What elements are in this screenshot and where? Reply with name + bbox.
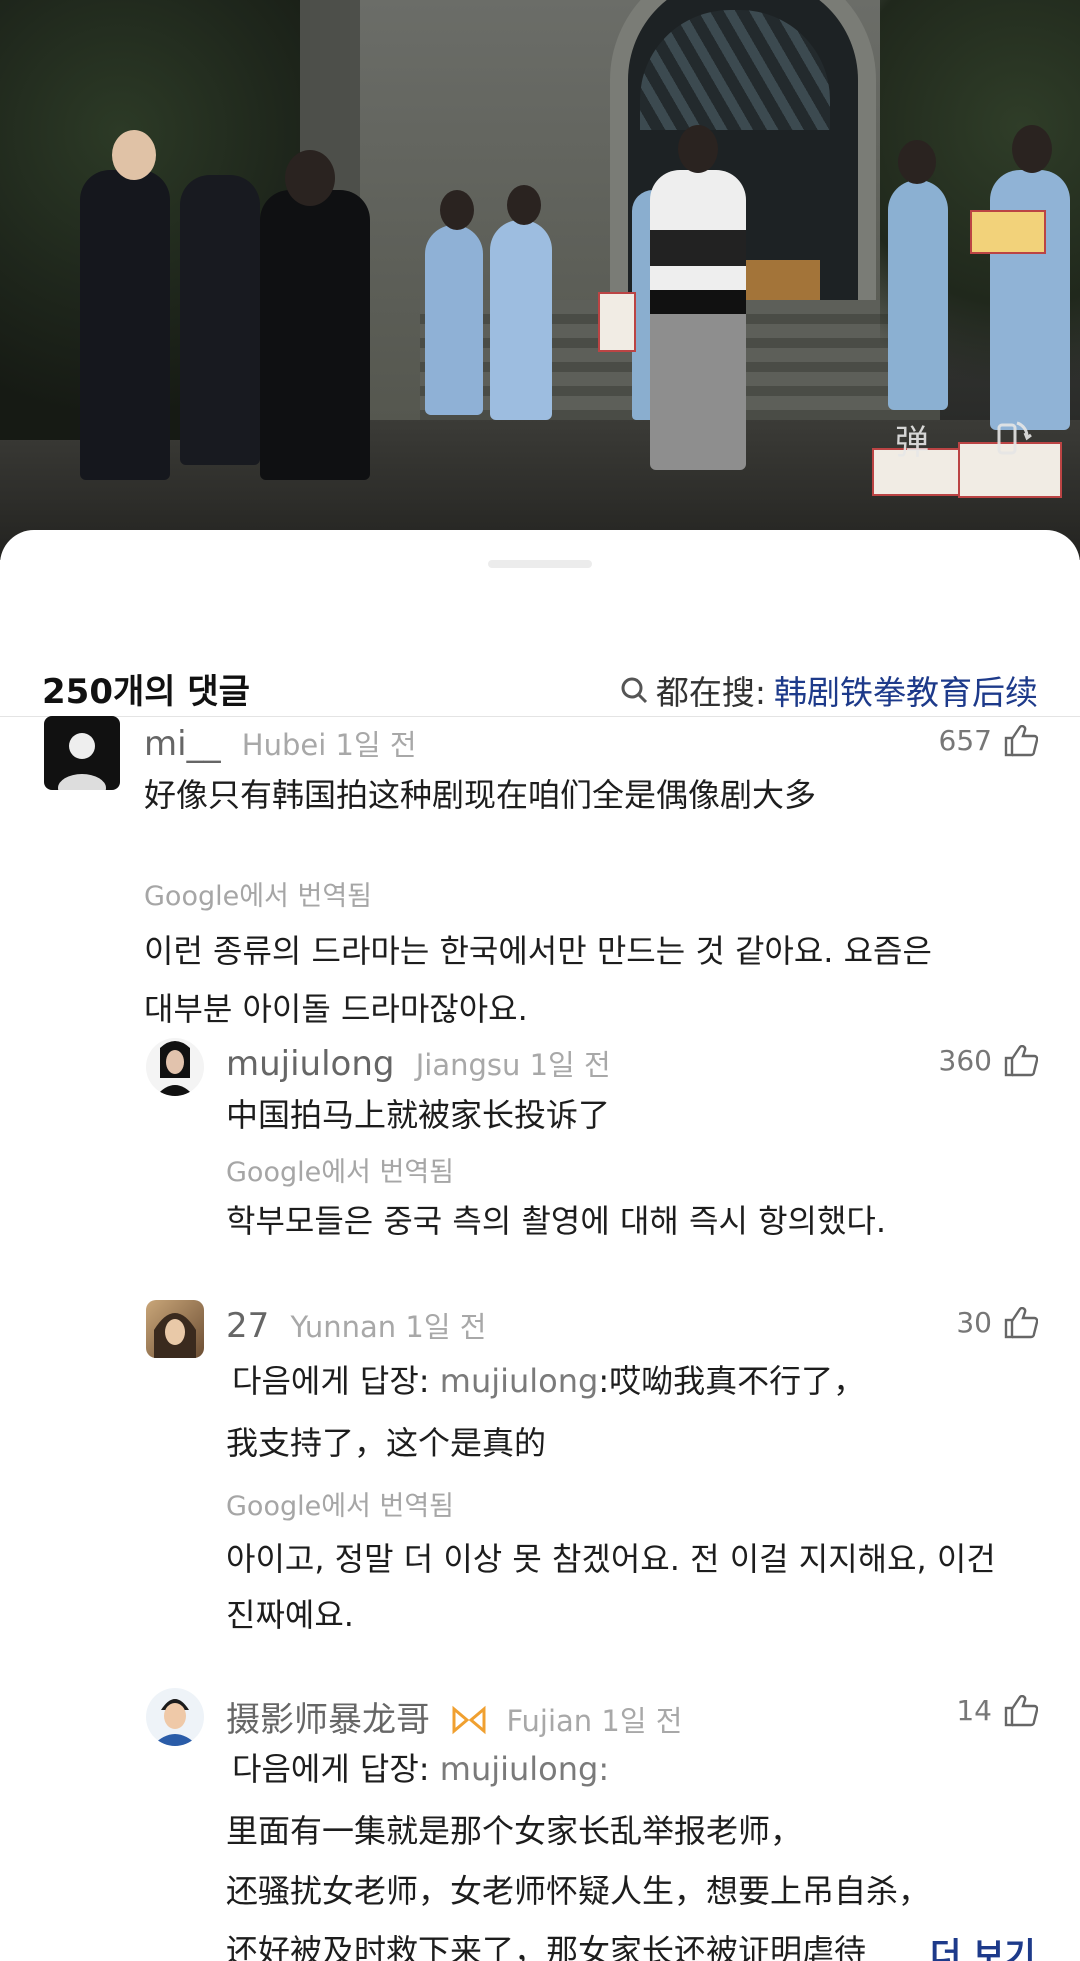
thumbs-up-icon: [1004, 1694, 1038, 1726]
drag-handle[interactable]: [488, 560, 592, 568]
location: Fujian: [506, 1704, 593, 1738]
man-figure: [650, 170, 746, 470]
person-figure: [80, 170, 170, 480]
location: Yunnan: [290, 1310, 397, 1344]
username[interactable]: mujiulong: [226, 1044, 395, 1084]
thumbs-up-icon: [1004, 1306, 1038, 1338]
see-more-link[interactable]: 더 보기: [930, 1928, 1036, 1961]
rotate-screen-icon[interactable]: [985, 415, 1033, 472]
reply-prefix: 다음에게 답장:: [232, 1362, 430, 1400]
student-figure: [888, 180, 948, 410]
reply-colon: :: [598, 1750, 610, 1788]
like-count: 14: [956, 1694, 992, 1727]
comment-text: 好像只有韩国拍这种剧现在咱们全是偶像剧大多: [144, 776, 817, 814]
comment-meta: mi__ Hubei 1일 전: [144, 722, 417, 764]
comment-count: 250개의 댓글: [42, 672, 250, 712]
comment-text: 中国拍马上就被家长投诉了: [226, 1096, 611, 1134]
search-icon: [621, 677, 647, 704]
like-count: 30: [956, 1306, 992, 1339]
username[interactable]: 27: [226, 1306, 269, 1346]
reply-item: mujiulong Jiangsu 1일 전 360 中国拍马上就被家长投诉了 …: [0, 1038, 1080, 1258]
timestamp: 1일 전: [335, 728, 417, 762]
location: Hubei: [241, 728, 327, 762]
student-figure: [425, 225, 483, 415]
avatar[interactable]: [146, 1038, 204, 1096]
thumbs-up-icon: [1004, 724, 1038, 756]
like-count: 657: [938, 724, 992, 757]
reply-to-user[interactable]: mujiulong: [440, 1750, 599, 1788]
username[interactable]: mi__: [144, 724, 221, 764]
comment-text: 다음에게 답장: mujiulong:哎呦我真不行了，: [232, 1352, 865, 1410]
trending-query[interactable]: 韩剧铁拳教育后续: [774, 666, 1038, 714]
student-head: [507, 185, 541, 225]
translation-tag: Google에서 번역됨: [226, 1157, 454, 1188]
reply-item: 摄影师暴龙哥 Fujian 1일 전 14 다음에게 답장: mujiulong…: [0, 1688, 1080, 1961]
timestamp: 1일 전: [601, 1704, 683, 1738]
reply-item: 27 Yunnan 1일 전 30 다음에게 답장: mujiulong:哎呦我…: [0, 1300, 1080, 1640]
comment-text: 还骚扰女老师，女老师怀疑人生，想要上吊自杀，: [226, 1872, 931, 1910]
comment-text: 里面有一集就是那个女家长乱举报老师，: [226, 1812, 803, 1850]
student-head: [440, 190, 474, 230]
translation-line: 아이고, 정말 더 이상 못 참겠어요. 전 이걸 지지해요, 이건: [226, 1540, 996, 1578]
timestamp: 1일 전: [529, 1048, 611, 1082]
avatar[interactable]: [146, 1300, 204, 1358]
like-button[interactable]: 657: [939, 724, 1038, 757]
man-head: [678, 125, 718, 173]
thumbs-up-icon: [1004, 1044, 1038, 1076]
trending-label: 都在搜:: [655, 673, 766, 712]
student-figure: [990, 170, 1070, 430]
username[interactable]: 摄影师暴龙哥: [226, 1700, 430, 1740]
student-figure: [490, 220, 552, 420]
translation-line: 학부모들은 중국 측의 촬영에 대해 즉시 항의했다.: [226, 1202, 887, 1240]
avatar[interactable]: [44, 716, 120, 790]
comment-text: 我支持了，这个是真的: [226, 1424, 547, 1462]
location: Jiangsu: [415, 1048, 521, 1082]
comment-meta: mujiulong Jiangsu 1일 전: [226, 1042, 611, 1084]
avatar[interactable]: [146, 1688, 204, 1746]
student-head: [1012, 125, 1052, 173]
translation-line: 이런 종류의 드라마는 한국에서만 만드는 것 같아요. 요즘은: [144, 932, 932, 970]
like-count: 360: [938, 1044, 992, 1077]
timestamp: 1일 전: [405, 1310, 487, 1344]
comment-meta: 摄影师暴龙哥 Fujian 1일 전: [226, 1692, 682, 1741]
person-figure: [260, 190, 370, 480]
verified-badge-icon: [452, 1705, 486, 1735]
comment-meta: 27 Yunnan 1일 전: [226, 1304, 486, 1346]
video-player[interactable]: 弹: [0, 0, 1080, 560]
translation-line: 진짜예요.: [226, 1596, 354, 1634]
reply-prefix: 다음에게 답장:: [232, 1750, 430, 1788]
like-button[interactable]: 30: [956, 1306, 1038, 1339]
comment-item: mi__ Hubei 1일 전 657 好像只有韩国拍这种剧现在咱们全是偶像剧大…: [0, 716, 1080, 1028]
like-button[interactable]: 14: [956, 1694, 1038, 1727]
like-button[interactable]: 360: [939, 1044, 1038, 1077]
translation-line: 대부분 아이돌 드라마잖아요.: [144, 990, 528, 1028]
reply-to-user[interactable]: mujiulong: [440, 1362, 599, 1400]
comment-header: 250개의 댓글 都在搜: 韩剧铁拳教育后续: [0, 630, 1080, 716]
translation-tag: Google에서 번역됨: [226, 1491, 454, 1522]
trending-search[interactable]: 都在搜: 韩剧铁拳教育后续: [620, 666, 1038, 714]
comment-text: 还好被及时救下来了，那女家长还被证明虐待: [226, 1932, 867, 1961]
protest-sign: [970, 210, 1046, 254]
person-head: [112, 130, 156, 180]
comment-text-part: :哎呦我真不行了，: [598, 1362, 866, 1400]
translation-tag: Google에서 번역됨: [144, 881, 372, 912]
person-figure: [180, 175, 260, 465]
person-head: [285, 150, 335, 206]
protest-sign: [598, 292, 636, 352]
student-head: [898, 140, 936, 184]
danmaku-icon[interactable]: 弹: [895, 415, 929, 464]
comment-text: 다음에게 답장: mujiulong:: [232, 1740, 609, 1798]
